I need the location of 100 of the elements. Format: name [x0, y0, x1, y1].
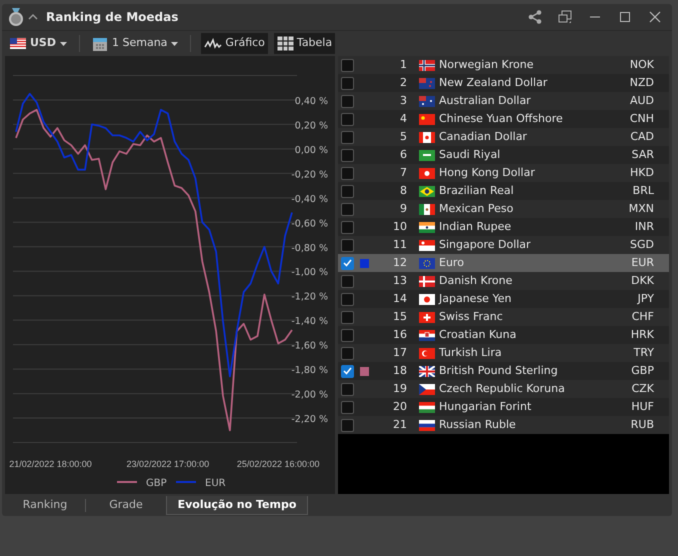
currency-name-cell-text: Danish Krone — [439, 272, 514, 289]
table-row[interactable]: 20 Hungarian Forint HUF — [338, 398, 669, 416]
currency-name-cell-text: Hong Kong Dollar — [439, 164, 536, 181]
table-row[interactable]: 1 Norwegian Krone NOK — [338, 56, 669, 74]
currency-name-cell-text: British Pound Sterling — [439, 362, 559, 379]
legend-label: EUR — [205, 478, 226, 489]
flag-icon — [419, 132, 435, 142]
table-row[interactable]: 3 Australian Dollar AUD — [338, 92, 669, 110]
rank-cell-text: 4 — [399, 110, 407, 127]
table-row[interactable]: 7 Hong Kong Dollar HKD — [338, 164, 669, 182]
bottom-tab[interactable]: Ranking — [5, 496, 85, 515]
flag-icon — [10, 38, 26, 49]
table-row[interactable]: 11 Singapore Dollar SGD — [338, 236, 669, 254]
currency-code-cell-text: CAD — [629, 128, 655, 145]
table-view-button[interactable]: Tabela — [274, 33, 336, 54]
currency-code-cell-text: RUB — [630, 416, 655, 433]
checkbox[interactable] — [341, 148, 354, 162]
currency-code-cell-text: CNH — [628, 110, 655, 127]
checkbox[interactable] — [341, 130, 354, 144]
axis-label: -1,80 % — [291, 365, 328, 376]
period-dropdown[interactable]: 1 Semana — [90, 35, 180, 52]
checkbox[interactable] — [341, 166, 354, 180]
checkbox[interactable] — [341, 94, 354, 108]
checkbox[interactable] — [341, 58, 354, 72]
table-row[interactable]: 17 Turkish Lira TRY — [338, 344, 669, 362]
checkbox[interactable] — [341, 328, 354, 342]
axis-label: 0,00 % — [294, 144, 328, 156]
currency-dropdown[interactable]: USD — [8, 35, 69, 52]
table-row[interactable]: 19 Czech Republic Koruna CZK — [338, 380, 669, 398]
checkbox[interactable] — [341, 202, 354, 216]
axis-label: -0,20 % — [291, 169, 328, 180]
flag-icon — [419, 150, 435, 160]
chart-view-button[interactable]: Gráfico — [201, 33, 268, 54]
legend-item: EUR — [176, 478, 226, 489]
table-row[interactable]: 18 British Pound Sterling GBP — [338, 362, 669, 380]
checkbox[interactable] — [341, 292, 354, 306]
table-row[interactable]: 14 Japanese Yen JPY — [338, 290, 669, 308]
currency-code-cell-text: AUD — [628, 92, 655, 109]
currency-code-cell-text: MXN — [628, 200, 655, 217]
table-row[interactable]: 15 Swiss Franc CHF — [338, 308, 669, 326]
table-row[interactable]: 8 Brazilian Real BRL — [338, 182, 669, 200]
currency-name-cell-text: Swiss Franc — [439, 308, 504, 325]
currency-code-cell-text: HUF — [630, 398, 655, 415]
chevron-up-icon[interactable] — [28, 13, 38, 21]
currency-name-cell-text: Euro — [439, 254, 465, 271]
checkbox[interactable] — [341, 310, 354, 324]
rank-cell-text: 18 — [392, 362, 407, 379]
checkbox[interactable] — [341, 184, 354, 198]
checkbox[interactable] — [341, 112, 354, 126]
medal-icon — [8, 8, 24, 26]
table-row[interactable]: 6 Saudi Riyal SAR — [338, 146, 669, 164]
currency-name-cell-text: Canadian Dollar — [439, 128, 528, 145]
axis-label: -1,40 % — [291, 316, 328, 328]
currency-name-cell-text: Croatian Kuna — [439, 326, 518, 343]
checkbox[interactable] — [341, 382, 354, 396]
axis-label: 0,40 % — [294, 96, 328, 107]
checkbox[interactable] — [341, 400, 354, 414]
checkbox[interactable] — [341, 418, 354, 432]
table-row[interactable]: 5 Canadian Dollar CAD — [338, 128, 669, 146]
checkbox[interactable] — [341, 238, 354, 252]
currency-code-cell-text: JPY — [636, 290, 655, 307]
table-row[interactable]: 13 Danish Krone DKK — [338, 272, 669, 290]
flag-icon — [419, 348, 435, 358]
currency-name-cell-text: Czech Republic Koruna — [439, 380, 566, 397]
legend-item: GBP — [117, 478, 167, 489]
flag-icon — [419, 204, 435, 214]
currency-name-cell-text: Norwegian Krone — [439, 56, 534, 73]
currency-code-cell-text: CHF — [630, 308, 655, 325]
axis-label: 0,20 % — [294, 120, 328, 132]
table-row[interactable]: 12 Euro EUR — [338, 254, 669, 272]
table-row[interactable]: 10 Indian Rupee INR — [338, 218, 669, 236]
bottom-tab[interactable]: Evolução no Tempo — [166, 496, 308, 515]
line-chart-icon — [204, 38, 222, 50]
currency-code-cell-text: DKK — [630, 272, 655, 289]
table-row[interactable]: 16 Croatian Kuna HRK — [338, 326, 669, 344]
currency-code-cell-text: EUR — [630, 254, 655, 271]
table-row[interactable]: 2 New Zealand Dollar NZD — [338, 74, 669, 92]
flag-icon — [419, 384, 435, 394]
axis-label: -0,40 % — [291, 194, 328, 205]
rank-cell-text: 20 — [392, 398, 407, 415]
checkbox[interactable] — [341, 274, 354, 288]
checkbox[interactable] — [341, 220, 354, 234]
currency-code-cell-text: HKD — [629, 164, 655, 181]
table-row[interactable]: 9 Mexican Peso MXN — [338, 200, 669, 218]
currency-code-cell-text: INR — [634, 218, 655, 235]
checkbox[interactable] — [341, 346, 354, 360]
table-row[interactable]: 4 Chinese Yuan Offshore CNH — [338, 110, 669, 128]
checkbox[interactable] — [341, 256, 354, 270]
rank-cell-text: 3 — [399, 92, 407, 109]
currency-name-cell-text: Brazilian Real — [439, 182, 515, 199]
checkbox[interactable] — [341, 364, 354, 378]
currency-code-cell-text: NZD — [628, 74, 655, 91]
checkbox[interactable] — [341, 76, 354, 90]
rank-cell-text: 17 — [392, 344, 407, 361]
rank-cell-text: 15 — [392, 308, 407, 325]
rank-cell-text: 8 — [399, 182, 407, 199]
bottom-tab[interactable]: Grade — [86, 496, 166, 515]
axis-label: -1,20 % — [291, 292, 328, 303]
flag-icon — [419, 420, 435, 430]
table-row[interactable]: 21 Russian Ruble RUB — [338, 416, 669, 434]
